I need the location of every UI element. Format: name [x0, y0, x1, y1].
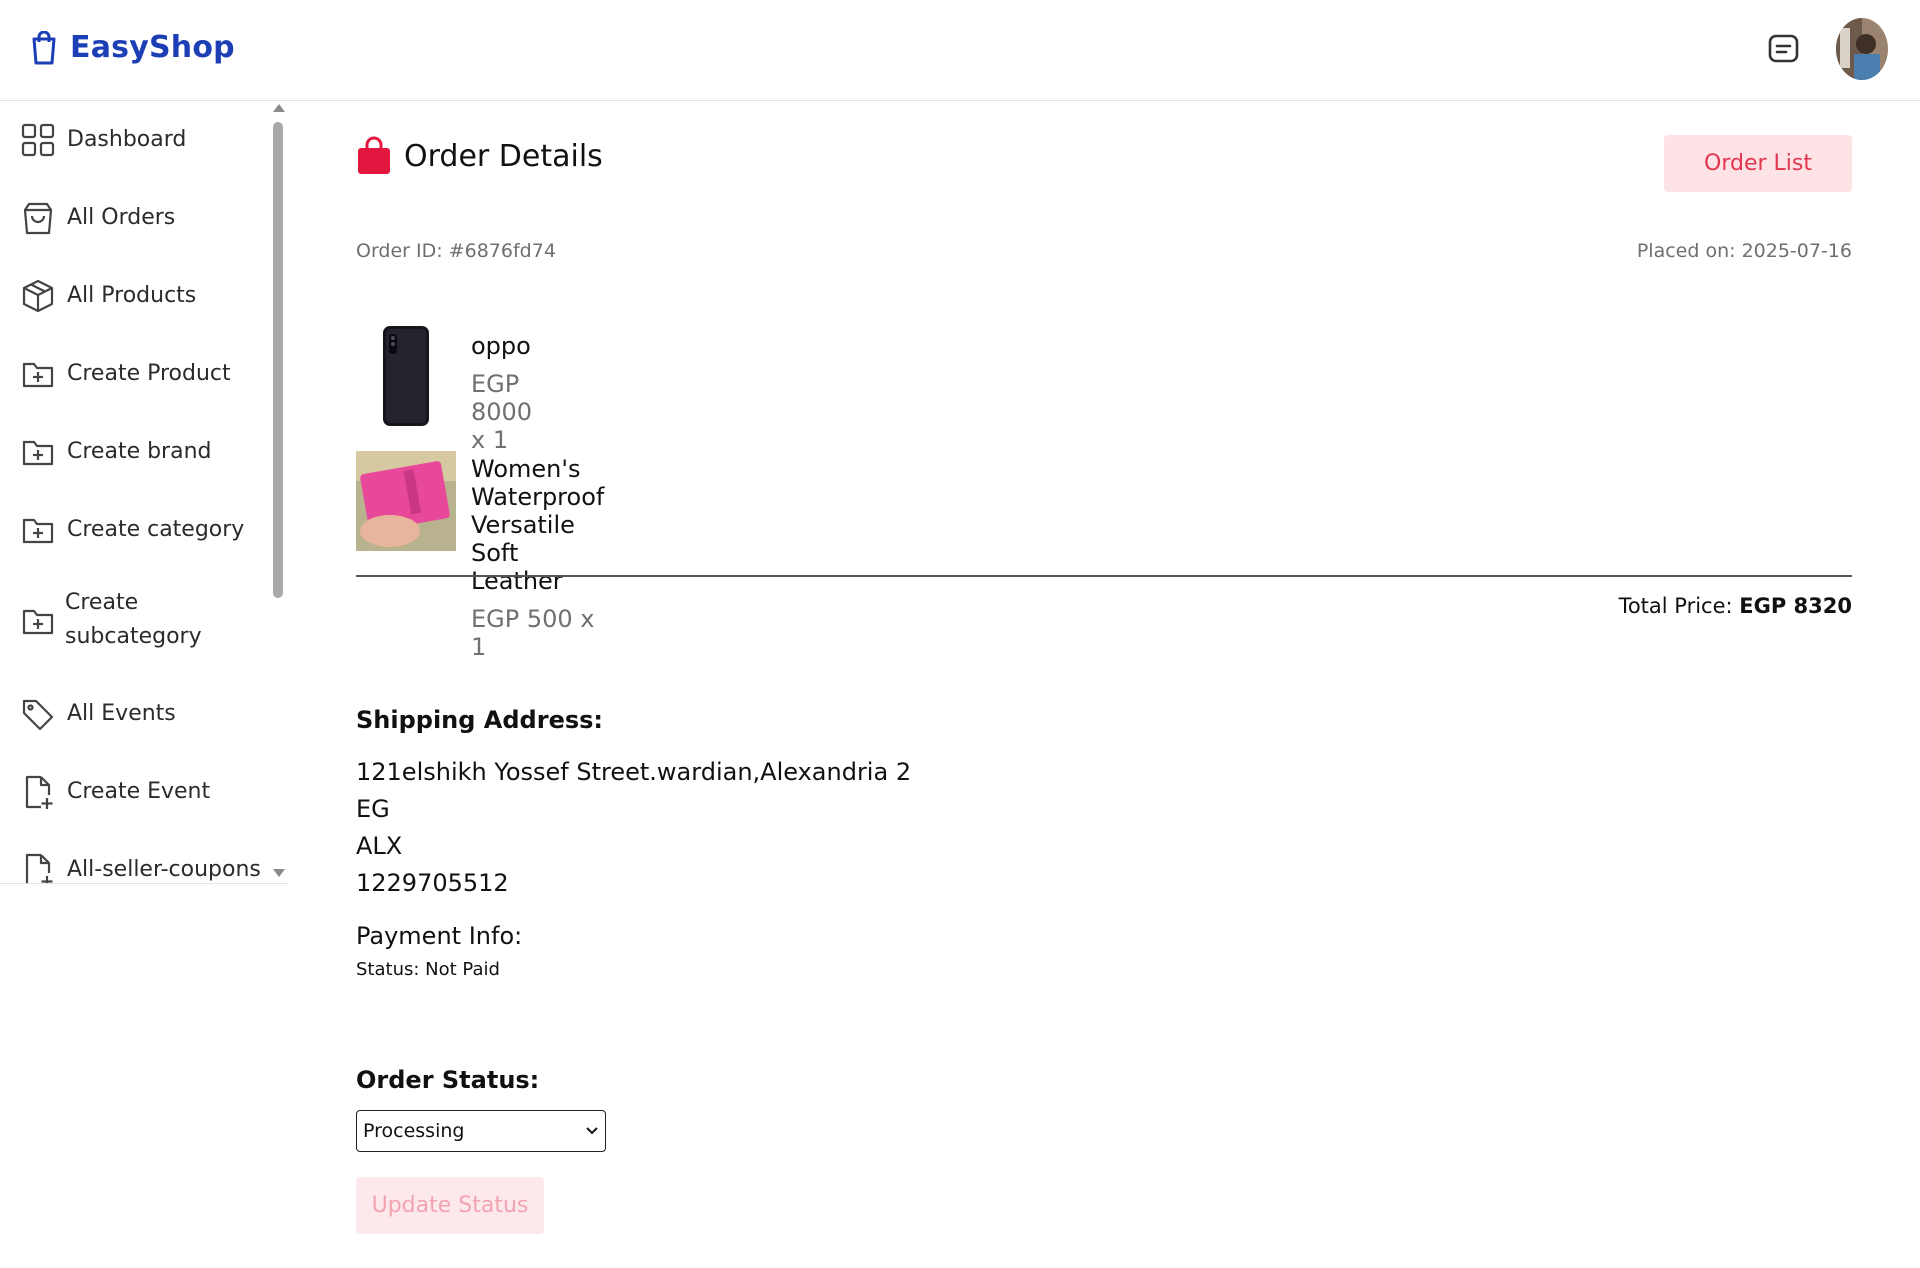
sidebar-item-label-line2: subcategory	[65, 624, 202, 649]
message-square-icon[interactable]	[1766, 31, 1802, 67]
item-name: Women's Waterproof Versatile Soft Leathe…	[471, 455, 605, 595]
product-image-wallet	[356, 451, 456, 551]
sidebar-item-create-product[interactable]: Create Product	[0, 354, 270, 394]
order-id: Order ID: #6876fd74	[356, 240, 556, 262]
folder-plus-icon	[21, 435, 55, 469]
header-actions	[1766, 18, 1888, 80]
grid-icon	[21, 123, 55, 157]
total-label: Total Price:	[1618, 594, 1740, 618]
order-list-button[interactable]: Order List	[1664, 135, 1852, 192]
page-title: Order Details	[404, 138, 603, 174]
sidebar-scrollbar[interactable]	[270, 104, 286, 882]
scroll-up-arrow-icon[interactable]	[273, 104, 285, 112]
item-price: EGP 500 x 1	[471, 605, 595, 661]
payment-heading: Payment Info:	[356, 922, 523, 950]
package-icon	[21, 279, 55, 313]
payment-status: Status: Not Paid	[356, 959, 500, 980]
sidebar: Dashboard All Orders All Products Create…	[0, 102, 288, 884]
file-plus-icon	[21, 853, 55, 883]
sidebar-item-label: All Events	[67, 701, 176, 726]
user-avatar[interactable]	[1836, 18, 1888, 80]
sidebar-item-label: Create category	[67, 517, 245, 542]
sidebar-item-label-line1: Create	[65, 590, 139, 615]
app-name: EasyShop	[70, 30, 235, 65]
sidebar-item-label: Create brand	[67, 439, 212, 464]
item-name: oppo	[471, 332, 531, 360]
folder-plus-icon	[21, 513, 55, 547]
order-status-heading: Order Status:	[356, 1066, 540, 1094]
file-plus-icon	[21, 775, 55, 809]
sidebar-item-all-seller-coupons[interactable]: All-seller-coupons	[0, 850, 270, 883]
order-status-select[interactable]: Processing	[356, 1110, 606, 1152]
address-line: 1229705512	[356, 869, 509, 897]
address-line: 121elshikh Yossef Street.wardian,Alexand…	[356, 758, 912, 786]
order-item: Women's Waterproof Versatile Soft Leathe…	[356, 451, 604, 661]
folder-plus-icon	[21, 604, 55, 638]
shopping-bag-filled-icon	[358, 136, 390, 174]
sidebar-item-label: All Products	[67, 283, 197, 308]
page-title-row: Order Details	[356, 136, 603, 176]
tag-icon	[21, 697, 55, 731]
scroll-down-arrow-icon[interactable]	[273, 869, 285, 877]
address-line: ALX	[356, 832, 403, 860]
shopping-bag-logo-icon	[32, 30, 56, 64]
sidebar-item-label: Create Product	[67, 361, 231, 386]
update-status-button[interactable]: Update Status	[356, 1177, 544, 1234]
item-price: EGP 8000 x 1	[471, 370, 533, 454]
divider	[356, 575, 1852, 577]
sidebar-item-label: Dashboard	[67, 127, 187, 152]
shopping-bag-icon	[21, 201, 55, 235]
app-logo[interactable]: EasyShop	[30, 30, 235, 65]
product-image-phone	[356, 326, 456, 426]
chevron-down-icon	[586, 1127, 598, 1135]
placed-on-date: Placed on: 2025-07-16	[1636, 240, 1852, 262]
sidebar-item-all-events[interactable]: All Events	[0, 694, 270, 734]
order-item: oppo EGP 8000 x 1	[356, 326, 532, 454]
sidebar-item-create-subcategory[interactable]: Create subcategory	[0, 586, 270, 656]
sidebar-item-create-category[interactable]: Create category	[0, 510, 270, 550]
sidebar-item-create-brand[interactable]: Create brand	[0, 432, 270, 472]
address-line: EG	[356, 795, 390, 823]
shipping-heading: Shipping Address:	[356, 706, 604, 734]
top-header: EasyShop	[0, 0, 1920, 101]
total-value: EGP 8320	[1739, 594, 1852, 618]
total-price: Total Price: EGP 8320	[1619, 594, 1852, 618]
sidebar-item-label: All-seller-coupons	[67, 857, 261, 882]
sidebar-item-create-event[interactable]: Create Event	[0, 772, 270, 812]
scroll-thumb[interactable]	[273, 122, 283, 598]
sidebar-item-all-products[interactable]: All Products	[0, 276, 270, 316]
sidebar-item-dashboard[interactable]: Dashboard	[0, 120, 270, 160]
order-status-value: Processing	[363, 1120, 465, 1142]
sidebar-item-all-orders[interactable]: All Orders	[0, 198, 270, 238]
sidebar-item-label: Create Event	[67, 779, 211, 804]
folder-plus-icon	[21, 357, 55, 391]
sidebar-item-label: All Orders	[67, 205, 176, 230]
